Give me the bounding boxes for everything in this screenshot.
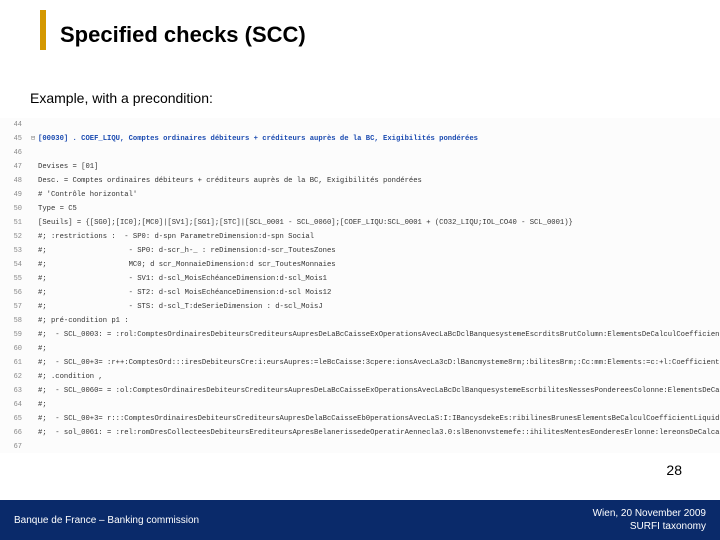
code-text: #; — [38, 398, 47, 412]
code-line: 51 [Seuils] = {[SG0];[IC0];[MC0]|[SV1];[S… — [0, 216, 720, 230]
line-number: 47 — [0, 160, 28, 174]
line-number: 56 — [0, 286, 28, 300]
code-listing: 4445⊟[00030] . COEF_LIQU, Comptes ordina… — [0, 118, 720, 453]
code-line: 49 # 'Contrôle horizontal' — [0, 188, 720, 202]
line-number: 63 — [0, 384, 28, 398]
line-number: 58 — [0, 314, 28, 328]
line-number: 66 — [0, 426, 28, 440]
line-number: 46 — [0, 146, 28, 160]
code-text: #; pré-condition p1 : — [38, 314, 129, 328]
line-number: 60 — [0, 342, 28, 356]
code-line: 62 #; .condition , — [0, 370, 720, 384]
line-number: 45 — [0, 132, 28, 146]
code-text: #; - SV1: d-scl_MoisEchéanceDimension:d-… — [38, 272, 327, 286]
line-number: 59 — [0, 328, 28, 342]
line-number: 51 — [0, 216, 28, 230]
code-text: [00030] . COEF_LIQU, Comptes ordinaires … — [38, 132, 478, 146]
footer-date: Wien, 20 November 2009 — [593, 507, 706, 520]
code-text: Desc. = Comptes ordinaires débiteurs + c… — [38, 174, 422, 188]
line-number: 65 — [0, 412, 28, 426]
code-text: #; MC0; d scr_MonnaieDimension:d scr_Tou… — [38, 258, 336, 272]
code-line: 56 #; - ST2: d-scl MoisEchéanceDimension:… — [0, 286, 720, 300]
line-number: 62 — [0, 370, 28, 384]
code-text: # 'Contrôle horizontal' — [38, 188, 137, 202]
line-number: 53 — [0, 244, 28, 258]
line-number: 57 — [0, 300, 28, 314]
line-number: 52 — [0, 230, 28, 244]
code-text: Type = C5 — [38, 202, 77, 216]
line-number: 64 — [0, 398, 28, 412]
code-text: #; - SP0: d-scr_h-_ : reDimension:d-scr_… — [38, 244, 336, 258]
code-text: #; .condition , — [38, 370, 103, 384]
code-text: #; — [38, 342, 47, 356]
code-line: 58 #; pré-condition p1 : — [0, 314, 720, 328]
code-text: #; - sol_0061: = :rel:romDresCollecteesD… — [38, 426, 720, 440]
slide-footer: Banque de France – Banking commission Wi… — [0, 500, 720, 540]
code-line: 46 — [0, 146, 720, 160]
code-text: #; :restrictions : - SP0: d-spn Parametr… — [38, 230, 314, 244]
line-number: 61 — [0, 356, 28, 370]
line-number: 54 — [0, 258, 28, 272]
code-text: [Seuils] = {[SG0];[IC0];[MC0]|[SV1];[SG1… — [38, 216, 573, 230]
code-line: 53 #; - SP0: d-scr_h-_ : reDimension:d-sc… — [0, 244, 720, 258]
line-number: 48 — [0, 174, 28, 188]
code-line: 57 #; - STS: d-scl_T:deSerieDimension : d… — [0, 300, 720, 314]
code-line: 47 Devises = [01] — [0, 160, 720, 174]
code-line: 65 #; - SCL_00+3= r:::ComptesOrdinairesDe… — [0, 412, 720, 426]
code-line: 48 Desc. = Comptes ordinaires débiteurs +… — [0, 174, 720, 188]
footer-left: Banque de France – Banking commission — [14, 515, 199, 526]
code-line: 61 #; - SCL_00+3= :r++:ComptesOrd:::iresD… — [0, 356, 720, 370]
line-number: 44 — [0, 118, 28, 132]
code-line: 59 #; - SCL_0003: = :rol:ComptesOrdinaire… — [0, 328, 720, 342]
page-number: 28 — [666, 462, 682, 478]
code-text: #; - SCL_00+3= :r++:ComptesOrd:::iresDeb… — [38, 356, 720, 370]
code-text: #; - SCL_00+3= r:::ComptesOrdinairesDebi… — [38, 412, 720, 426]
code-text: Devises = [01] — [38, 160, 98, 174]
line-number: 50 — [0, 202, 28, 216]
code-line: 64 #; — [0, 398, 720, 412]
line-number: 67 — [0, 440, 28, 453]
code-line: 55 #; - SV1: d-scl_MoisEchéanceDimension:… — [0, 272, 720, 286]
code-line: 63 #; - SCL_0060= = :ol:ComptesOrdinaires… — [0, 384, 720, 398]
code-line: 67 — [0, 440, 720, 453]
title-accent-bar — [40, 10, 46, 50]
code-text: #; - SCL_0003: = :rol:ComptesOrdinairesD… — [38, 328, 720, 342]
slide-title: Specified checks (SCC) — [60, 22, 306, 48]
code-line: 45⊟[00030] . COEF_LIQU, Comptes ordinair… — [0, 132, 720, 146]
fold-marker: ⊟ — [28, 132, 38, 146]
code-line: 52 #; :restrictions : - SP0: d-spn Parame… — [0, 230, 720, 244]
code-text: #; - ST2: d-scl MoisEchéanceDimension:d-… — [38, 286, 331, 300]
code-line: 60 #; — [0, 342, 720, 356]
code-line: 50 Type = C5 — [0, 202, 720, 216]
code-text: #; - SCL_0060= = :ol:ComptesOrdinairesDe… — [38, 384, 720, 398]
code-line: 66 #; - sol_0061: = :rel:romDresCollectee… — [0, 426, 720, 440]
footer-right: Wien, 20 November 2009 SURFI taxonomy — [593, 507, 706, 533]
line-number: 55 — [0, 272, 28, 286]
line-number: 49 — [0, 188, 28, 202]
code-text: #; - STS: d-scl_T:deSerieDimension : d-s… — [38, 300, 323, 314]
footer-topic: SURFI taxonomy — [593, 520, 706, 533]
code-line: 54 #; MC0; d scr_MonnaieDimension:d scr_T… — [0, 258, 720, 272]
slide-subtitle: Example, with a precondition: — [30, 90, 213, 106]
code-line: 44 — [0, 118, 720, 132]
